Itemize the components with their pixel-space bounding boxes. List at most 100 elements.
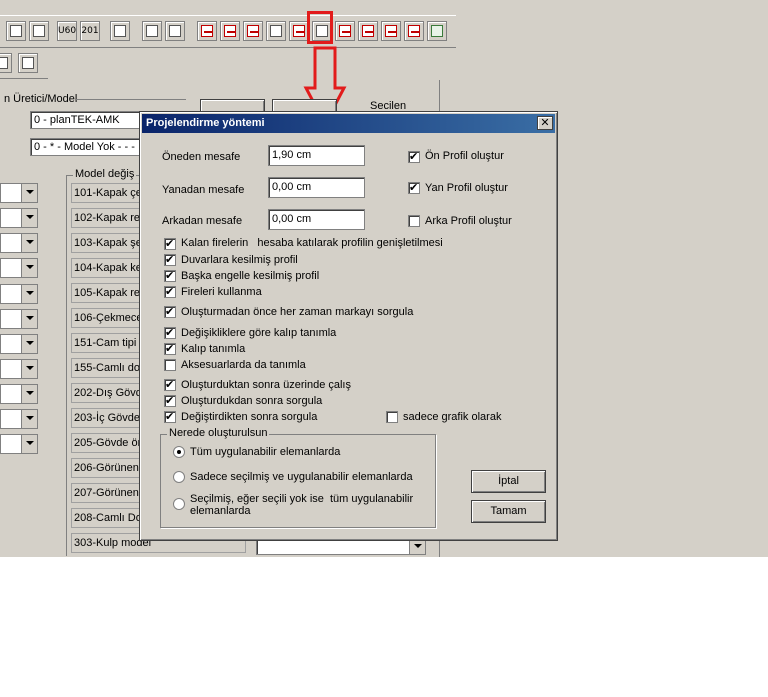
option-label-6: Değişikliklere göre kalıp tanımla — [181, 327, 337, 339]
radio-all-applicable[interactable] — [173, 446, 185, 458]
radio-selected-applicable-label: Sadece seçilmiş ve uygulanabilir elemanl… — [190, 471, 413, 483]
profile-tool-7[interactable] — [335, 21, 355, 41]
close-icon: ✕ — [540, 116, 550, 129]
option-label-5: Oluşturmadan önce her zaman markayı sorg… — [181, 306, 414, 318]
front-profile-checkbox[interactable] — [408, 150, 420, 163]
front-distance-input[interactable]: 1,90 cm — [268, 145, 365, 166]
dropdown-arrow-icon — [21, 259, 37, 277]
option-checkbox-6[interactable] — [164, 326, 176, 339]
indent-button[interactable] — [142, 21, 162, 41]
side-distance-input[interactable]: 0,00 cm — [268, 177, 365, 198]
dropdown-arrow-icon — [21, 435, 37, 453]
dropdown-arrow-icon — [21, 234, 37, 252]
radio-selected-or-all-label-2: elemanlarda — [190, 505, 251, 517]
profile-tool-2[interactable] — [220, 21, 240, 41]
radio-selected-applicable[interactable] — [173, 471, 185, 483]
left-combo-8[interactable] — [0, 359, 38, 379]
profile-icon — [201, 25, 213, 37]
graphic-only-checkbox[interactable] — [386, 411, 398, 423]
manufacturer-label: n Üretici/Model — [4, 93, 78, 105]
left-combo-2[interactable] — [0, 208, 38, 228]
profile-tool-4[interactable] — [266, 21, 286, 41]
option-label-10: Oluşturdukdan sonra sorgula — [181, 395, 323, 407]
profile-icon — [408, 25, 420, 37]
manufacturer-group-line — [76, 99, 186, 100]
left-combo-7[interactable] — [0, 334, 38, 354]
profile-tool-1[interactable] — [197, 21, 217, 41]
dropdown-arrow-icon — [21, 209, 37, 227]
where-create-title: Nerede oluşturulsun — [167, 427, 270, 439]
option-checkbox-10[interactable] — [164, 394, 176, 407]
radio-selected-or-all[interactable] — [173, 498, 185, 510]
left-combo-4[interactable] — [0, 258, 38, 278]
left-combo-3[interactable] — [0, 233, 38, 253]
front-distance-label: Öneden mesafe — [162, 151, 241, 163]
option-checkbox-7[interactable] — [164, 342, 176, 355]
close-button[interactable]: ✕ — [537, 116, 553, 130]
option-checkbox-1[interactable] — [164, 237, 176, 250]
model-combo-value: 0 - * - Model Yok - - - — [34, 141, 135, 153]
left-combo-9[interactable] — [0, 384, 38, 404]
radio-all-applicable-label: Tüm uygulanabilir elemanlarda — [190, 446, 341, 458]
dialog-titlebar[interactable]: Projelendirme yöntemi ✕ — [142, 114, 555, 133]
left-combo-6[interactable] — [0, 309, 38, 329]
profile-tool-9[interactable] — [381, 21, 401, 41]
dropdown-arrow-icon — [21, 335, 37, 353]
radio-selected-or-all-label-1: Seçilmiş, eğer seçili yok ise tüm uygula… — [190, 493, 414, 505]
profile-tool-3[interactable] — [243, 21, 263, 41]
list-indent-icon — [146, 25, 158, 37]
left-combo-10[interactable] — [0, 409, 38, 429]
dropdown-arrow-icon — [21, 285, 37, 303]
option-label-9: Oluşturduktan sonra üzerinde çalış — [181, 379, 351, 391]
export-right-button[interactable] — [6, 21, 26, 41]
tree-button[interactable] — [110, 21, 130, 41]
secondary-toolbar — [0, 48, 48, 79]
dropdown-arrow-icon — [21, 360, 37, 378]
option-label-1: Kalan firelerin hesaba katılarak profili… — [181, 237, 443, 249]
option-checkbox-4[interactable] — [164, 285, 176, 298]
left-combo-5[interactable] — [0, 284, 38, 304]
tree-icon — [114, 25, 126, 37]
secondary-tool-1[interactable] — [0, 53, 12, 73]
swap-icon — [22, 57, 34, 69]
main-toolbar: U60 201 — [0, 15, 456, 48]
export-left-button[interactable] — [29, 21, 49, 41]
side-profile-label: Yan Profil oluştur — [425, 182, 508, 194]
profile-tool-10[interactable] — [404, 21, 424, 41]
secondary-tool-2[interactable] — [18, 53, 38, 73]
option-label-8: Aksesuarlarda da tanımla — [181, 359, 306, 371]
option-checkbox-3[interactable] — [164, 269, 176, 282]
side-distance-label: Yanadan mesafe — [162, 184, 245, 196]
profile-tool-11[interactable] — [427, 21, 447, 41]
left-combo-1[interactable] — [0, 183, 38, 203]
profile-check-icon — [431, 25, 443, 37]
cancel-button[interactable]: İptal — [471, 470, 546, 493]
option-checkbox-2[interactable] — [164, 253, 176, 266]
code-201-button[interactable]: 201 — [80, 21, 100, 41]
dropdown-arrow-icon — [21, 385, 37, 403]
profile-tool-8[interactable] — [358, 21, 378, 41]
graphic-only-label: sadece grafik olarak — [403, 411, 502, 423]
model-group-title: Model değiş — [73, 168, 137, 180]
layer-icon — [0, 57, 8, 69]
back-profile-checkbox[interactable] — [408, 215, 420, 227]
option-checkbox-5[interactable] — [164, 305, 176, 318]
side-profile-checkbox[interactable] — [408, 181, 420, 194]
option-label-2: Duvarlara kesilmiş profil — [181, 254, 298, 266]
front-profile-label: Ön Profil oluştur — [425, 150, 504, 162]
outdent-button[interactable] — [165, 21, 185, 41]
u60-button[interactable]: U60 — [57, 21, 77, 41]
option-checkbox-8[interactable] — [164, 359, 176, 371]
u60-label: U60 — [58, 26, 77, 36]
option-label-3: Başka engelle kesilmiş profil — [181, 270, 320, 282]
main-window: U60 201 n Üretici/Model 0 - planTEK-AMK … — [0, 0, 768, 557]
back-distance-label: Arkadan mesafe — [162, 215, 243, 227]
option-checkbox-11[interactable] — [164, 410, 176, 423]
ok-button[interactable]: Tamam — [471, 500, 546, 523]
left-combo-11[interactable] — [0, 434, 38, 454]
dropdown-arrow-icon — [21, 310, 37, 328]
profile-icon — [385, 25, 397, 37]
option-checkbox-9[interactable] — [164, 378, 176, 391]
profile-tool-5[interactable] — [289, 21, 309, 41]
back-distance-input[interactable]: 0,00 cm — [268, 209, 365, 230]
